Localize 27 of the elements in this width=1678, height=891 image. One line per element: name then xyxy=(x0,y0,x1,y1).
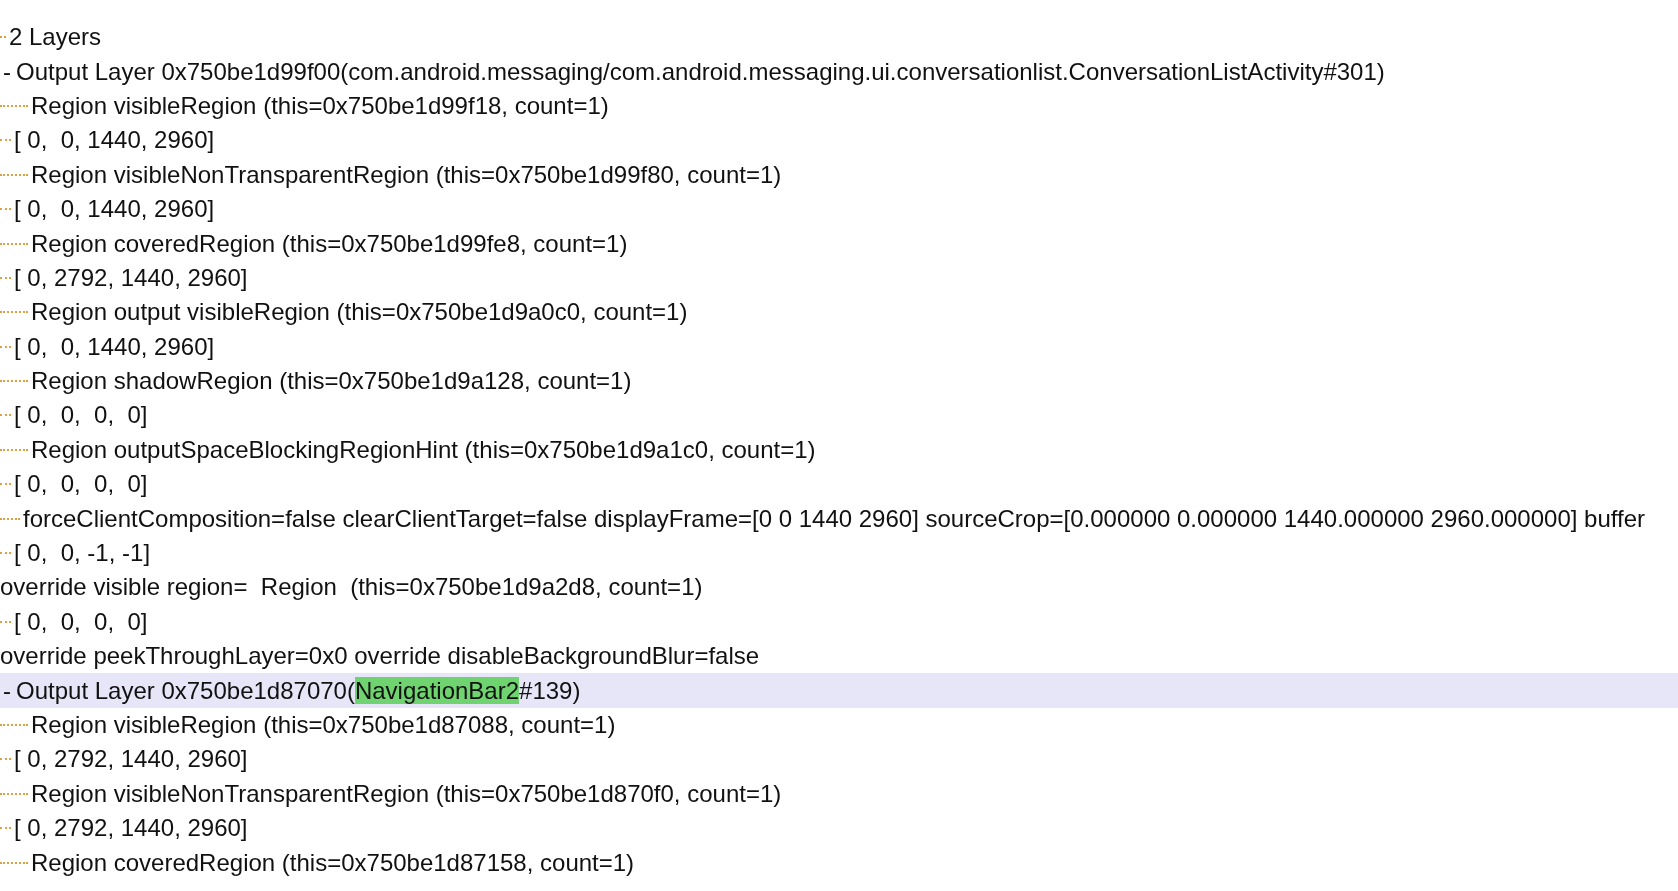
log-line: Region visibleNonTransparentRegion (this=0x750be1d99f80, count=1) xyxy=(31,160,782,189)
log-line: 2 Layers xyxy=(9,23,102,52)
log-line: override visible region= Region (this=0x750be1d9a2d8, count=1) xyxy=(0,573,703,602)
log-line: [ 0, 2792, 1440, 2960] xyxy=(14,263,248,292)
log-line: override peekThroughLayer=0x0 override disableBackgroundBlur=false xyxy=(0,642,760,671)
log-line: Region output visibleRegion (this=0x750be1d9a0c0, count=1) xyxy=(31,298,688,327)
log-line: [ 0, 0, 1440, 2960] xyxy=(14,195,215,224)
log-line: [ 0, 0, 1440, 2960] xyxy=(14,126,215,155)
log-line: Region visibleNonTransparentRegion (this=0x750be1d870f0, count=1) xyxy=(31,779,782,808)
log-line: Region outputSpaceBlockingRegionHint (this=0x750be1d9a1c0, count=1) xyxy=(31,435,816,464)
log-line: [ 0, 0, 0, 0] xyxy=(14,607,148,636)
log-line: Region visibleRegion (this=0x750be1d99f18, count=1) xyxy=(31,91,609,120)
log-line: Region coveredRegion (this=0x750be1d99fe8, count=1) xyxy=(31,229,628,258)
log-line: [ 0, 2792, 1440, 2960] xyxy=(14,814,248,843)
log-line: [ 0, 0, 0, 0] xyxy=(14,401,148,430)
log-line: Region visibleRegion (this=0x750be1d87088, count=1) xyxy=(31,711,616,739)
log-line: [ 0, 2792, 1440, 2960] xyxy=(14,745,248,774)
collapse-marker[interactable]: - xyxy=(0,57,11,86)
log-line: forceClientComposition=false clearClientTarget=false displayFrame=[0 0 1440 2960] sourceCrop=[0.000000 0.000000 1440.000000 2960.000000] buffer xyxy=(23,504,1645,533)
log-line: [ 0, 0, -1, -1] xyxy=(14,539,151,568)
layer-row[interactable]: - Output Layer 0x750be1d99f00(com.android.messaging/com.android.messaging.ui.conversationlist.ConversationListActivity#301) xyxy=(0,54,1678,89)
log-line: [ 0, 0, 0, 0] xyxy=(14,470,148,499)
log-line: [ 0, 0, 1440, 2960] xyxy=(14,332,215,361)
log-line: Output Layer 0x750be1d99f00(com.android.messaging/com.android.messaging.ui.conversationlist.ConversationListActivity#301) xyxy=(16,57,1385,86)
collapse-marker[interactable]: - xyxy=(0,676,11,705)
log-line: Region shadowRegion (this=0x750be1d9a128, count=1) xyxy=(31,367,632,396)
log-line: Region coveredRegion (this=0x750be1d87158, count=1) xyxy=(31,848,635,877)
